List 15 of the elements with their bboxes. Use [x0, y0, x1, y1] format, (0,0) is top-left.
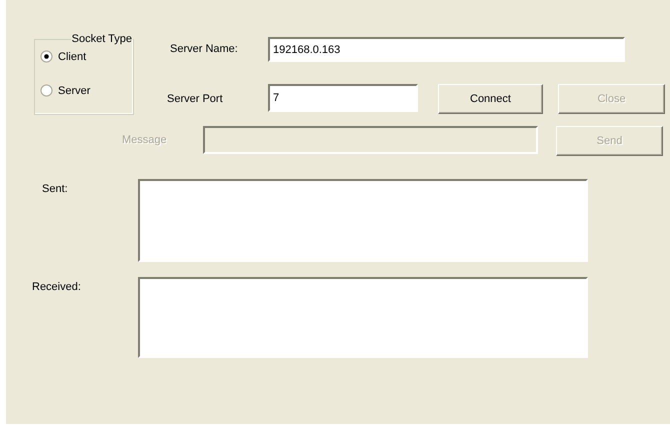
field-label: Message [122, 133, 168, 146]
field-label: Received: [31, 280, 82, 293]
field-label: Sent: [41, 182, 69, 195]
field-label: Server Port [166, 92, 224, 105]
text-area[interactable] [138, 277, 588, 358]
input-field[interactable]: 7 [268, 84, 418, 112]
radio-checked-icon[interactable] [40, 50, 53, 63]
field-label: Server Name: [169, 42, 239, 55]
text-area[interactable] [138, 179, 588, 262]
radio-option[interactable]: Server [40, 83, 133, 98]
radio-icon[interactable] [40, 84, 53, 97]
radio-option[interactable]: Client [40, 49, 133, 64]
button[interactable]: Connect [438, 84, 543, 114]
input-field[interactable]: 192168.0.163 [268, 37, 625, 62]
group-title: Socket Type [70, 33, 133, 45]
